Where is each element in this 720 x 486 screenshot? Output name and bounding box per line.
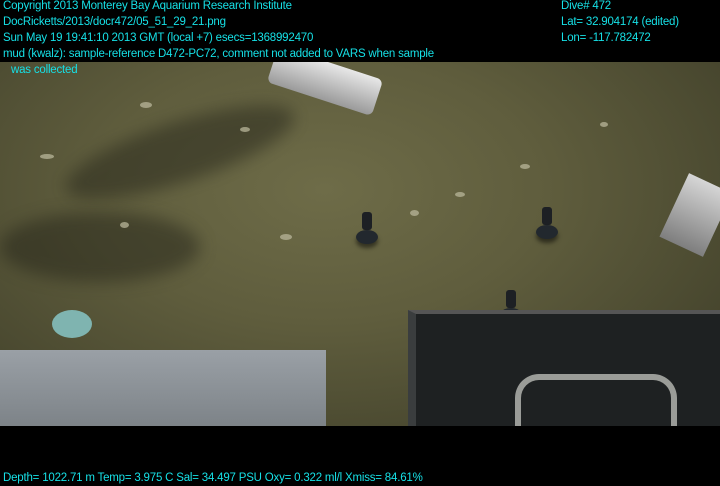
rock: [520, 164, 530, 169]
rock: [240, 127, 250, 132]
rock: [410, 210, 419, 216]
latitude: Lat= 32.904174 (edited): [561, 16, 679, 28]
rov-tray: [0, 350, 326, 426]
comment-text: mud (kwalz): sample-reference D472-PC72,…: [3, 48, 434, 60]
file-path-text: DocRicketts/2013/docr472/05_51_29_21.png: [3, 16, 226, 28]
rock: [140, 102, 152, 108]
shadow: [56, 86, 304, 218]
telemetry-text: Depth= 1022.71 m Temp= 3.975 C Sal= 34.4…: [3, 472, 423, 484]
seafloor-photo: [0, 62, 720, 426]
handle-rail: [515, 374, 677, 426]
rock: [40, 154, 54, 159]
rock: [600, 122, 608, 127]
dive-number: Dive# 472: [561, 0, 611, 12]
rock: [455, 192, 465, 197]
comment-text-cont: was collected: [11, 64, 78, 76]
shadow: [0, 212, 200, 282]
rock: [280, 234, 292, 240]
longitude: Lon= -117.782472: [561, 32, 651, 44]
rock: [120, 222, 129, 228]
timestamp-text: Sun May 19 19:41:10 2013 GMT (local +7) …: [3, 32, 314, 44]
push-core-marker: [356, 212, 378, 252]
rov-frame: Copyright 2013 Monterey Bay Aquarium Res…: [0, 0, 720, 486]
sponge-sample: [52, 310, 92, 338]
manipulator-claw: [659, 173, 720, 257]
copyright-text: Copyright 2013 Monterey Bay Aquarium Res…: [3, 0, 292, 12]
push-core-marker: [536, 207, 558, 247]
